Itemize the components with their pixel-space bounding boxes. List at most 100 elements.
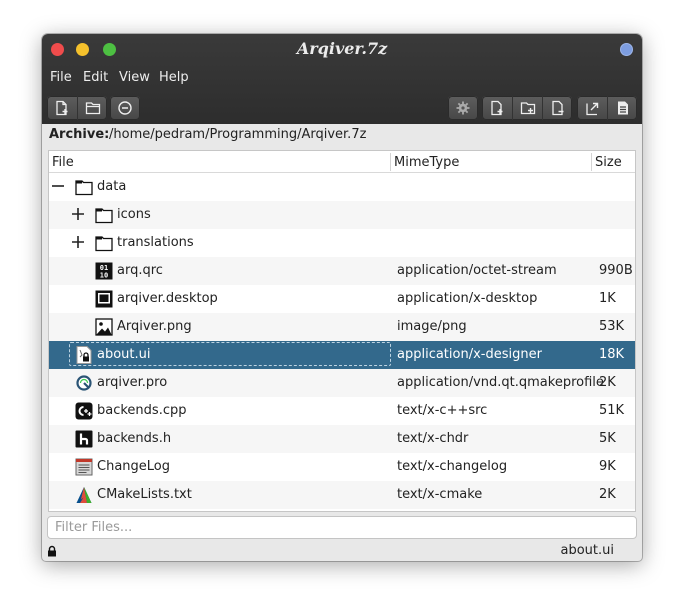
extract-icon xyxy=(586,102,599,116)
file-mimetype: text/x-chdr xyxy=(397,431,469,446)
binary-file-icon: 01 10 xyxy=(95,262,113,280)
window-title: Arqiver.7z xyxy=(296,39,388,58)
close-archive-button[interactable] xyxy=(110,96,140,120)
file-name: backends.cpp xyxy=(97,403,187,418)
remove-button[interactable] xyxy=(542,96,572,120)
column-divider xyxy=(591,153,592,171)
remove-icon xyxy=(551,100,563,116)
file-name: data xyxy=(97,179,127,194)
folder-icon xyxy=(95,234,113,252)
tree-row[interactable]: 01 10 arq.qrc application/octet-stream 990B xyxy=(49,257,635,285)
extract-button[interactable] xyxy=(577,96,607,120)
file-name: backends.h xyxy=(97,431,172,446)
menu-help[interactable]: Help xyxy=(159,70,189,85)
file-name: icons xyxy=(117,207,151,222)
archive-path: /home/pedram/Programming/Arqiver.7z xyxy=(109,127,367,142)
menu-view[interactable]: View xyxy=(119,70,150,85)
file-mimetype: text/x-cmake xyxy=(397,487,483,502)
toolbar-group-settings xyxy=(448,96,478,120)
toolbar xyxy=(42,94,642,122)
tree-row[interactable]: arqiver.pro application/vnd.qt.qmakeprofi… xyxy=(49,369,635,397)
open-archive-button[interactable] xyxy=(77,96,107,120)
filter-box[interactable] xyxy=(47,516,637,539)
new-archive-icon xyxy=(56,100,68,116)
expand-icon[interactable] xyxy=(71,235,85,249)
app-window: Arqiver.7z File Edit View Help Archive: … xyxy=(42,34,642,561)
tree-row[interactable]: icons xyxy=(49,201,635,229)
file-name: translations xyxy=(117,235,194,250)
toolbar-group-archive xyxy=(47,96,107,120)
column-divider xyxy=(390,153,391,171)
designer-file-icon xyxy=(75,346,93,364)
folder-icon xyxy=(95,206,113,224)
cmake-file-icon xyxy=(75,486,93,504)
tree-row[interactable]: ChangeLog text/x-changelog 9K xyxy=(49,453,635,481)
file-size: 18K xyxy=(599,347,625,362)
file-name: Arqiver.png xyxy=(117,319,192,334)
header-file-icon xyxy=(75,430,93,448)
window-menu-button[interactable] xyxy=(620,43,633,56)
titlebar: Arqiver.7z xyxy=(42,34,642,66)
file-mimetype: application/x-desktop xyxy=(397,291,538,306)
file-name: arq.qrc xyxy=(117,263,163,278)
svg-text:10: 10 xyxy=(100,272,108,280)
file-size: 2K xyxy=(599,375,616,390)
file-size: 9K xyxy=(599,459,616,474)
menubar: File Edit View Help xyxy=(42,66,642,90)
file-name: ChangeLog xyxy=(97,459,170,474)
new-archive-button[interactable] xyxy=(47,96,77,120)
close-archive-icon xyxy=(118,101,132,115)
file-mimetype: text/x-c++src xyxy=(397,403,488,418)
file-mimetype: text/x-changelog xyxy=(397,459,508,474)
collapse-icon[interactable] xyxy=(51,179,65,193)
tree-row[interactable]: backends.cpp text/x-c++src 51K xyxy=(49,397,635,425)
expand-icon[interactable] xyxy=(71,207,85,221)
file-size: 1K xyxy=(599,291,616,306)
column-header-file[interactable]: File xyxy=(52,155,74,170)
file-mimetype: application/x-designer xyxy=(397,347,542,362)
view-file-button[interactable] xyxy=(607,96,637,120)
file-size: 51K xyxy=(599,403,625,418)
toolbar-group-edit xyxy=(482,96,572,120)
file-tree[interactable]: File MimeType Size data icons translations… xyxy=(48,150,636,512)
filter-input[interactable] xyxy=(48,517,636,538)
settings-button[interactable] xyxy=(448,96,478,120)
file-size: 2K xyxy=(599,487,616,502)
tree-row[interactable]: CMakeLists.txt text/x-cmake 2K xyxy=(49,481,635,509)
lock-icon xyxy=(48,545,56,557)
changelog-file-icon xyxy=(75,458,93,476)
file-size: 53K xyxy=(599,319,625,334)
column-header-size[interactable]: Size xyxy=(595,155,622,170)
tree-row[interactable]: about.ui application/x-designer 18K xyxy=(49,341,635,369)
statusbar: about.ui xyxy=(42,541,642,561)
add-folder-button[interactable] xyxy=(512,96,542,120)
tree-row[interactable]: translations xyxy=(49,229,635,257)
file-name: arqiver.desktop xyxy=(117,291,218,306)
menu-file[interactable]: File xyxy=(50,70,72,85)
qmake-file-icon xyxy=(75,374,93,392)
image-file-icon xyxy=(95,318,113,336)
folder-icon xyxy=(75,178,93,196)
menu-edit[interactable]: Edit xyxy=(83,70,108,85)
file-name: about.ui xyxy=(97,347,151,362)
file-mimetype: image/png xyxy=(397,319,467,334)
tree-row[interactable]: Arqiver.png image/png 53K xyxy=(49,313,635,341)
toolbar-group-close xyxy=(110,96,140,120)
column-header-mimetype[interactable]: MimeType xyxy=(394,155,459,170)
archive-path-bar: Archive: /home/pedram/Programming/Arqive… xyxy=(42,124,642,146)
tree-row[interactable]: backends.h text/x-chdr 5K xyxy=(49,425,635,453)
file-size: 5K xyxy=(599,431,616,446)
file-size: 990B xyxy=(599,263,633,278)
desktop-file-icon xyxy=(95,290,113,308)
file-mimetype: application/vnd.qt.qmakeprofile xyxy=(397,375,604,390)
view-icon xyxy=(617,101,628,115)
window-chrome: Arqiver.7z File Edit View Help xyxy=(42,34,642,124)
tree-row[interactable]: arqiver.desktop application/x-desktop 1K xyxy=(49,285,635,313)
file-mimetype: application/octet-stream xyxy=(397,263,557,278)
tree-row[interactable]: data xyxy=(49,173,635,201)
toolbar-group-extract xyxy=(577,96,637,120)
add-file-button[interactable] xyxy=(482,96,512,120)
cpp-file-icon xyxy=(75,402,93,420)
add-folder-icon xyxy=(520,102,535,115)
file-name: arqiver.pro xyxy=(97,375,168,390)
